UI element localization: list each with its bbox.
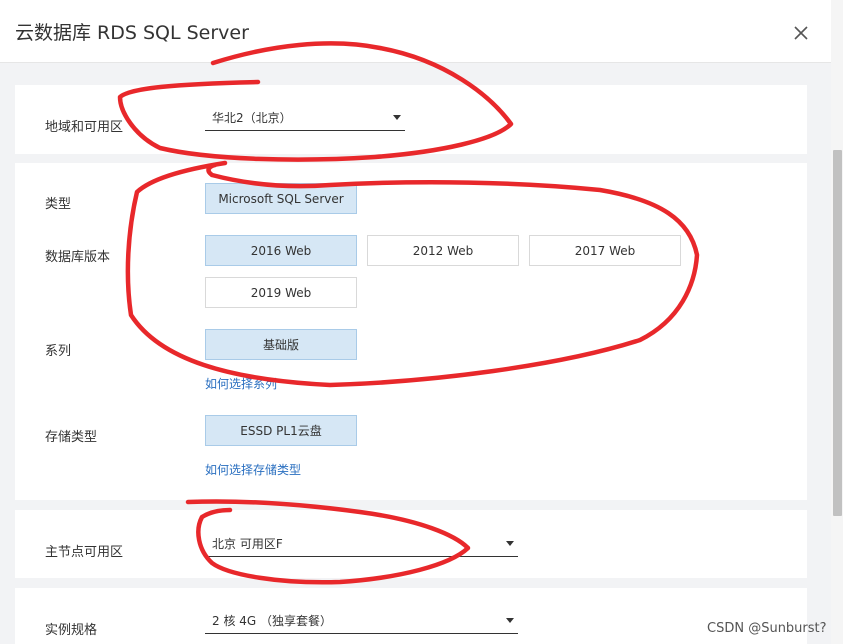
type-label: 类型 <box>45 197 72 212</box>
chevron-down-icon <box>393 115 401 120</box>
watermark: CSDN @Sunburst? <box>707 621 827 636</box>
version-option-2012-web[interactable]: 2012 Web <box>367 235 519 266</box>
series-label: 系列 <box>45 344 72 359</box>
storage-help-link[interactable]: 如何选择存储类型 <box>205 461 301 478</box>
scrollbar-thumb[interactable] <box>833 150 842 516</box>
chevron-down-icon <box>506 618 514 623</box>
version-option-2019-web[interactable]: 2019 Web <box>205 277 357 308</box>
region-select[interactable]: 华北2（北京） <box>205 106 405 131</box>
chevron-down-icon <box>506 541 514 546</box>
config-card: 类型 Microsoft SQL Server 数据库版本 2016 Web 2… <box>15 163 807 500</box>
region-card: 地域和可用区 华北2（北京） <box>15 85 807 154</box>
region-label: 地域和可用区 <box>45 120 124 135</box>
close-icon[interactable] <box>790 22 812 44</box>
primary-zone-card: 主节点可用区 北京 可用区F <box>15 510 807 578</box>
series-help-link[interactable]: 如何选择系列 <box>205 375 277 392</box>
version-label: 数据库版本 <box>45 250 111 265</box>
version-option-2017-web[interactable]: 2017 Web <box>529 235 681 266</box>
series-option-basic[interactable]: 基础版 <box>205 329 357 360</box>
instance-spec-value: 2 核 4G （独享套餐） <box>212 614 333 628</box>
storage-option-essd[interactable]: ESSD PL1云盘 <box>205 415 357 446</box>
instance-spec-card: 实例规格 2 核 4G （独享套餐） <box>15 588 807 644</box>
primary-zone-value: 北京 可用区F <box>212 537 283 551</box>
primary-zone-label: 主节点可用区 <box>45 545 124 560</box>
storage-label: 存储类型 <box>45 430 98 445</box>
version-option-2016-web[interactable]: 2016 Web <box>205 235 357 266</box>
instance-spec-select[interactable]: 2 核 4G （独享套餐） <box>205 609 518 634</box>
type-option-sqlserver[interactable]: Microsoft SQL Server <box>205 183 357 214</box>
dialog-header: 云数据库 RDS SQL Server <box>0 0 831 63</box>
instance-spec-label: 实例规格 <box>45 623 98 638</box>
dialog-title: 云数据库 RDS SQL Server <box>15 22 249 44</box>
primary-zone-select[interactable]: 北京 可用区F <box>205 532 518 557</box>
region-value: 华北2（北京） <box>212 111 292 125</box>
